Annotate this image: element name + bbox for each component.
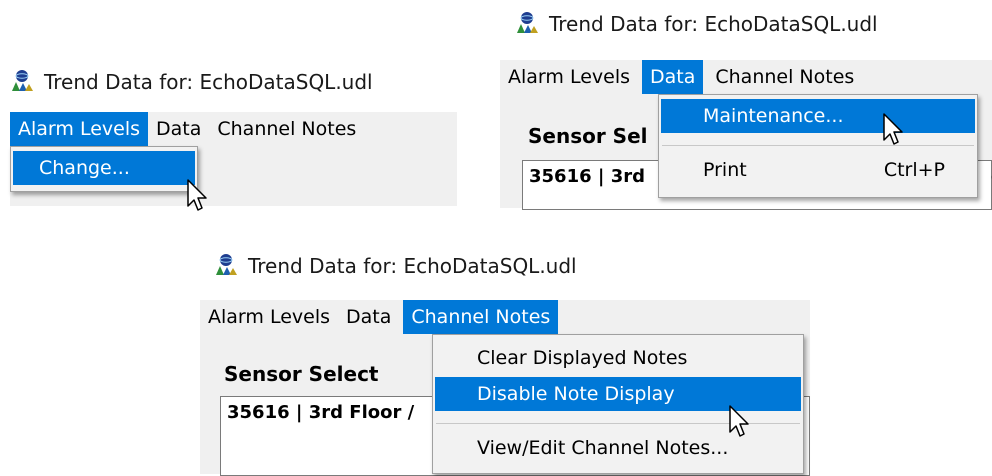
window-title-bar: Trend Data for: EchoDataSQL.udl	[214, 250, 577, 282]
mouse-pointer-icon	[186, 178, 212, 214]
mouse-pointer-icon	[882, 112, 908, 148]
window-title: Trend Data for: EchoDataSQL.udl	[44, 70, 373, 94]
menu-separator	[662, 145, 974, 146]
menu-alarm-levels[interactable]: Alarm Levels	[10, 112, 148, 146]
window-title-bar: Trend Data for: EchoDataSQL.udl	[10, 66, 373, 98]
menu-item-change[interactable]: Change...	[13, 151, 195, 185]
menu-item-label: Clear Displayed Notes	[477, 347, 688, 369]
menu-item-label: Print	[703, 159, 747, 181]
menu-bar: Alarm Levels Data Channel Notes	[500, 60, 992, 94]
alarm-levels-dropdown: Change...	[10, 146, 198, 192]
sensor-selected-value: 35616 | 3rd Floor /	[227, 402, 415, 423]
sensor-select-label: Sensor Select	[224, 362, 379, 386]
menu-item-shortcut: Ctrl+P	[883, 159, 945, 181]
pcs-app-icon	[12, 70, 33, 91]
menu-bar: Alarm Levels Data Channel Notes	[200, 300, 810, 334]
window-title-bar: Trend Data for: EchoDataSQL.udl	[515, 8, 878, 40]
menu-item-label: Maintenance...	[703, 105, 844, 127]
menu-item-clear-displayed-notes[interactable]: Clear Displayed Notes	[435, 341, 801, 375]
menu-bar: Alarm Levels Data Channel Notes	[10, 112, 457, 146]
pcs-app-icon	[517, 12, 538, 33]
window-title: Trend Data for: EchoDataSQL.udl	[248, 254, 577, 278]
sensor-select-label: Sensor Sel	[528, 124, 648, 148]
data-dropdown: Maintenance... Print Ctrl+P	[658, 94, 978, 198]
mouse-pointer-icon	[728, 404, 754, 440]
sensor-selected-value: 35616 | 3rd	[529, 166, 646, 187]
pcs-app-icon	[216, 254, 237, 275]
menu-data[interactable]: Data	[148, 112, 209, 146]
menu-data[interactable]: Data	[642, 60, 704, 94]
menu-item-label: View/Edit Channel Notes...	[477, 437, 729, 459]
menu-channel-notes[interactable]: Channel Notes	[707, 60, 862, 94]
menu-item-print[interactable]: Print Ctrl+P	[661, 153, 975, 187]
menu-alarm-levels[interactable]: Alarm Levels	[200, 300, 338, 334]
panel-alarm-levels-menu: Trend Data for: EchoDataSQL.udl Alarm Le…	[10, 66, 460, 211]
menu-alarm-levels[interactable]: Alarm Levels	[500, 60, 638, 94]
panel-channel-notes-menu: Trend Data for: EchoDataSQL.udl Alarm Le…	[200, 246, 810, 476]
menu-data[interactable]: Data	[338, 300, 399, 334]
menu-item-label: Disable Note Display	[477, 383, 675, 405]
menu-channel-notes[interactable]: Channel Notes	[209, 112, 364, 146]
menu-channel-notes[interactable]: Channel Notes	[403, 300, 559, 334]
window-title: Trend Data for: EchoDataSQL.udl	[549, 12, 878, 36]
menu-item-label: Change...	[39, 157, 130, 179]
menu-item-maintenance[interactable]: Maintenance...	[661, 99, 975, 133]
panel-data-menu: Trend Data for: EchoDataSQL.udl Alarm Le…	[500, 8, 992, 210]
